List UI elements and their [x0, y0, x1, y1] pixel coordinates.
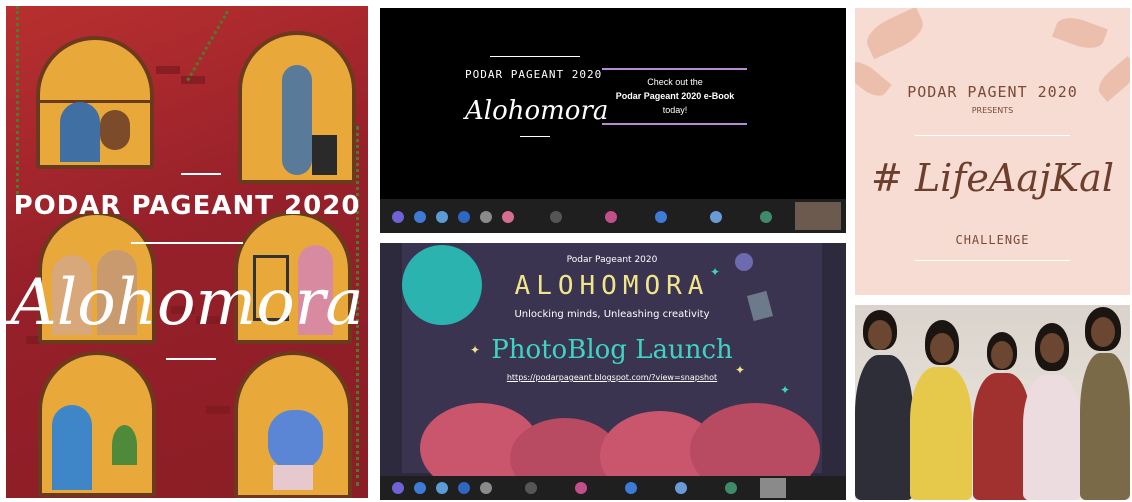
title-flourish [181, 173, 221, 175]
brick-decoration [156, 66, 180, 74]
person-1-face [868, 320, 892, 350]
participant-avatar[interactable] [502, 211, 514, 223]
cta-top-rule [602, 68, 747, 70]
participant-avatar[interactable] [575, 482, 587, 494]
participant-avatar[interactable] [625, 482, 637, 494]
person-1 [855, 355, 913, 500]
ebook-video-call-screen: PODAR PAGEANT 2020 Alohomora Check out t… [380, 8, 846, 233]
poster-event-title: PODAR PAGEANT 2020 [13, 191, 361, 221]
participant-strip [380, 476, 846, 500]
slide-event-title: Podar Pageant 2020 [566, 255, 658, 265]
cta-bottom-rule [602, 123, 747, 125]
participant-avatar[interactable] [392, 211, 404, 223]
participant-avatar[interactable] [414, 482, 426, 494]
team-group-photo [855, 305, 1130, 500]
slide-tagline: Unlocking minds, Unleashing creativity [514, 309, 710, 320]
cta-line-2: Podar Pageant 2020 e-Book [615, 91, 735, 101]
participant-avatar[interactable] [480, 211, 492, 223]
leaf-decoration [861, 8, 929, 60]
participant-strip [380, 199, 846, 233]
participant-avatar[interactable] [525, 482, 537, 494]
participant-avatar[interactable] [760, 211, 772, 223]
leaf-decoration [1052, 12, 1108, 54]
card-challenge-label: CHALLENGE [955, 233, 1030, 247]
photoblog-launch-screen: ✦ ✦ ✦ ✦ Podar Pageant 2020 ALOHOMORA Unl… [380, 243, 846, 500]
person-4 [1023, 375, 1081, 500]
photoblog-launch-heading: PhotoBlog Launch [491, 335, 733, 365]
participant-avatar[interactable] [480, 482, 492, 494]
vine-decoration [186, 10, 229, 82]
card-hashtag: # LifeAajKal [871, 156, 1114, 200]
card-presents: PRESENTS [971, 106, 1014, 115]
person-2-face [930, 333, 954, 363]
participant-avatar[interactable] [458, 482, 470, 494]
life-aaj-kal-challenge-card: PODAR PAGENT 2020 PRESENTS # LifeAajKal … [855, 8, 1130, 295]
person-4-face [1040, 333, 1064, 363]
star-icon: ✦ [780, 383, 791, 397]
window-person-reading [38, 351, 156, 497]
ebook-cta: Check out the Podar Pageant 2020 e-Book … [600, 75, 750, 117]
participant-avatar[interactable] [605, 211, 617, 223]
flourish-line [490, 56, 580, 57]
participant-video-thumbnail[interactable] [760, 478, 786, 498]
participant-avatar[interactable] [392, 482, 404, 494]
photoblog-url-link[interactable]: https://podarpageant.blogspot.com/?view=… [402, 373, 822, 382]
script-flourish [166, 358, 216, 360]
person-2 [910, 367, 972, 500]
poster-theme-title: Alohomora [10, 266, 364, 340]
cta-line-3: today! [662, 105, 688, 115]
participant-avatar[interactable] [725, 482, 737, 494]
brick-decoration [181, 76, 205, 84]
brick-decoration [206, 406, 230, 414]
participant-avatar[interactable] [550, 211, 562, 223]
ebook-theme-title: Alohomora [465, 96, 609, 126]
participant-video-thumbnail[interactable] [795, 202, 841, 230]
participant-avatar[interactable] [710, 211, 722, 223]
cta-line-1: Check out the [647, 77, 703, 87]
participant-avatar[interactable] [675, 482, 687, 494]
participant-avatar[interactable] [436, 482, 448, 494]
card-divider [915, 135, 1070, 136]
participant-avatar[interactable] [655, 211, 667, 223]
person-5-face [1091, 317, 1115, 347]
person-3-face [991, 341, 1013, 369]
window-couple-with-dog [36, 36, 154, 169]
window-person-waving [234, 351, 352, 498]
ebook-event-title: PODAR PAGEANT 2020 [465, 68, 603, 81]
window-dancing-person [238, 31, 356, 184]
flourish-line [520, 136, 550, 137]
vine-decoration [16, 6, 19, 206]
slide-theme-title: ALOHOMORA [514, 271, 710, 301]
title-divider [131, 242, 243, 244]
card-event-title: PODAR PAGENT 2020 [907, 83, 1078, 101]
participant-avatar[interactable] [436, 211, 448, 223]
alohomora-poster: PODAR PAGEANT 2020 Alohomora [6, 6, 368, 498]
participant-avatar[interactable] [458, 211, 470, 223]
person-5 [1080, 353, 1130, 500]
card-divider [915, 260, 1070, 261]
participant-avatar[interactable] [414, 211, 426, 223]
